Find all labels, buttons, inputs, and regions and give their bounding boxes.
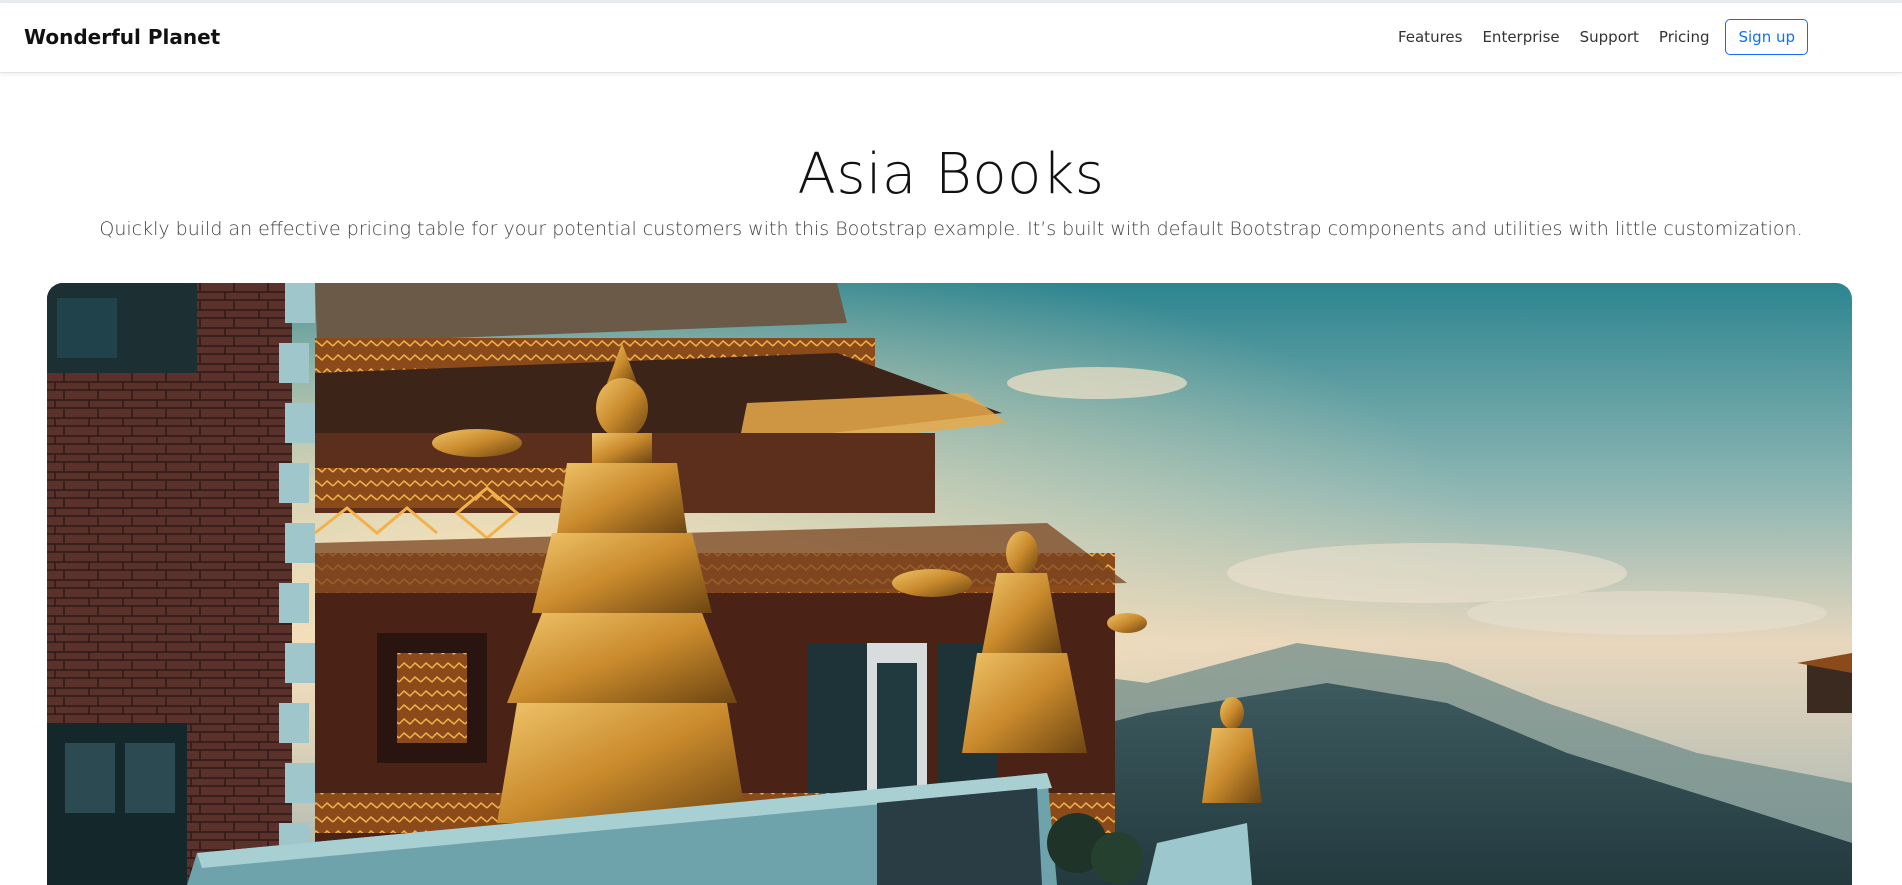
nav-link-support[interactable]: Support [1570,20,1649,54]
signup-button[interactable]: Sign up [1725,19,1808,55]
main-nav: Features Enterprise Support Pricing Sign… [1388,19,1808,55]
nav-link-features[interactable]: Features [1388,20,1473,54]
nav-link-enterprise[interactable]: Enterprise [1472,20,1569,54]
hero-temple-image [47,283,1852,885]
page-title: Asia Books [797,142,1105,207]
page-lead: Quickly build an effective pricing table… [99,218,1803,240]
navbar: Wonderful Planet Features Enterprise Sup… [0,3,1902,73]
nav-link-pricing[interactable]: Pricing [1649,20,1720,54]
brand-logo-text[interactable]: Wonderful Planet [24,25,220,49]
